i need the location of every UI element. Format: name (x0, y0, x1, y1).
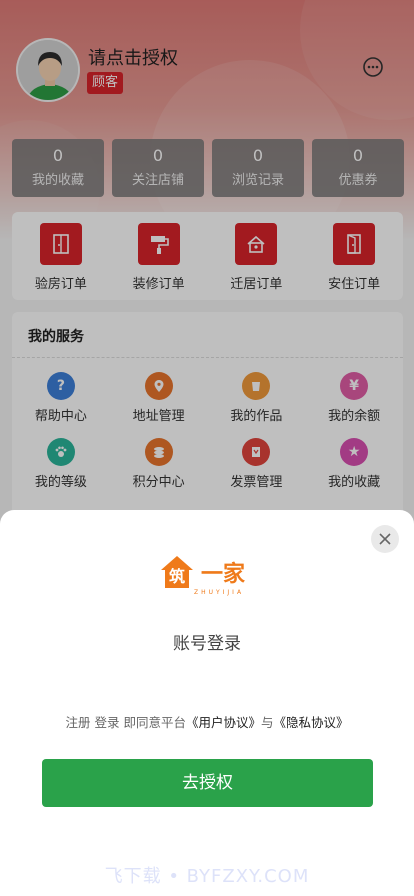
authorize-button[interactable]: 去授权 (42, 759, 373, 807)
login-sheet: 筑 一家 ZHUYIJIA 账号登录 注册 登录 即同意平台《用户协议》与《隐私… (0, 510, 414, 896)
brand-logo: 筑 一家 ZHUYIJIA (157, 548, 257, 598)
user-agreement-link[interactable]: 《用户协议》 (186, 715, 261, 730)
agreement-prefix: 注册 登录 即同意平台 (65, 715, 186, 730)
close-icon (379, 533, 391, 545)
svg-text:筑: 筑 (169, 567, 185, 586)
svg-text:一家: 一家 (201, 561, 246, 587)
sheet-title: 账号登录 (173, 634, 241, 654)
svg-text:ZHUYIJIA: ZHUYIJIA (194, 589, 244, 596)
close-button[interactable] (371, 525, 399, 553)
privacy-agreement-link[interactable]: 《隐私协议》 (273, 715, 348, 730)
agreement-text: 注册 登录 即同意平台《用户协议》与《隐私协议》 (0, 712, 414, 731)
watermark: 飞下载 • BYFZXY.COM (104, 866, 310, 887)
agreement-conj: 与 (260, 715, 274, 730)
